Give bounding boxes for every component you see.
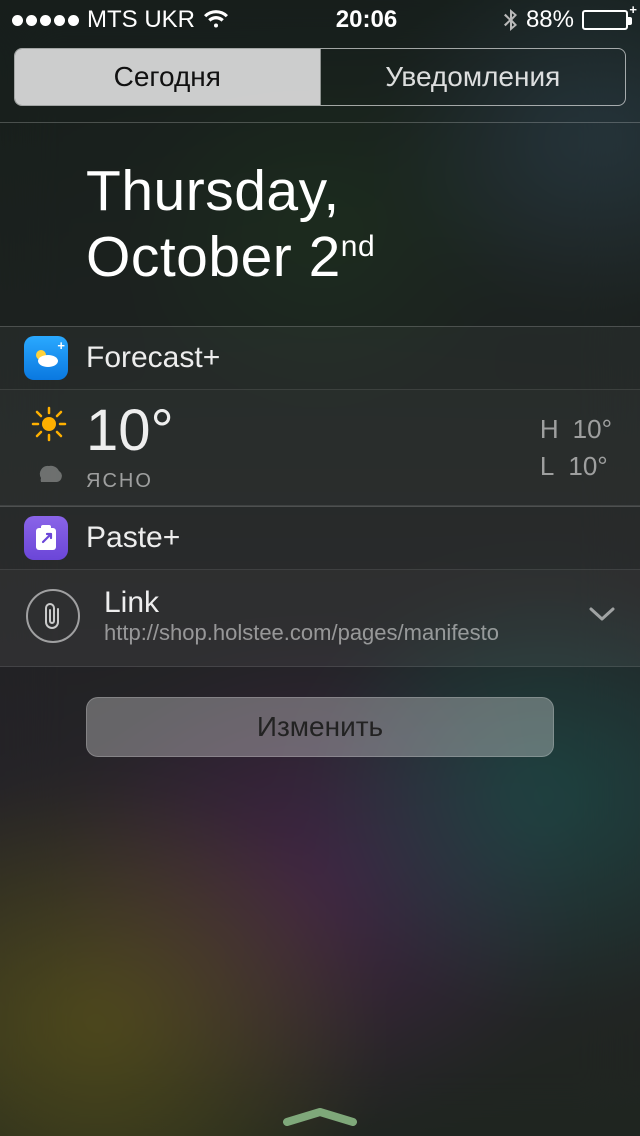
paste-widget-title: Paste+ bbox=[86, 521, 180, 555]
bluetooth-icon bbox=[504, 8, 518, 32]
dismiss-grabber-icon[interactable] bbox=[283, 1108, 357, 1126]
battery-percent: 88% bbox=[526, 6, 574, 34]
paste-item-title: Link bbox=[104, 586, 564, 620]
battery-icon bbox=[582, 10, 628, 30]
edit-button[interactable]: Изменить bbox=[86, 697, 554, 757]
carrier-label: MTS UKR bbox=[87, 6, 195, 34]
forecast-widget-body[interactable]: 10° ясно H 10° L 10° bbox=[0, 390, 640, 506]
signal-strength-icon bbox=[12, 15, 79, 26]
paste-item-url: http://shop.holstee.com/pages/manifesto bbox=[104, 620, 564, 646]
current-temperature: 10° bbox=[86, 402, 540, 460]
date-line-1: Thursday, bbox=[86, 159, 620, 225]
status-bar: MTS UKR 20:06 88% bbox=[0, 0, 640, 40]
wifi-icon bbox=[203, 10, 229, 30]
high-value: 10° bbox=[573, 414, 612, 445]
attachment-icon bbox=[26, 589, 80, 643]
weather-condition: ясно bbox=[86, 470, 540, 493]
forecast-widget-title: Forecast+ bbox=[86, 341, 220, 375]
low-label: L bbox=[540, 451, 554, 482]
forecast-app-icon: + bbox=[24, 336, 68, 380]
date-header: Thursday, October 2nd bbox=[0, 123, 640, 326]
paste-widget-header[interactable]: + Paste+ bbox=[0, 506, 640, 570]
sun-icon bbox=[31, 406, 67, 447]
tab-today[interactable]: Сегодня bbox=[15, 49, 320, 105]
date-line-2: October 2nd bbox=[86, 225, 620, 291]
paste-app-icon: + bbox=[24, 516, 68, 560]
chevron-down-icon[interactable] bbox=[588, 605, 616, 628]
tab-notifications[interactable]: Уведомления bbox=[320, 49, 626, 105]
clock: 20:06 bbox=[229, 6, 504, 34]
cloud-icon bbox=[31, 458, 67, 487]
low-value: 10° bbox=[568, 451, 607, 482]
forecast-widget-header[interactable]: + Forecast+ bbox=[0, 326, 640, 390]
paste-item-row[interactable]: Link http://shop.holstee.com/pages/manif… bbox=[0, 570, 640, 667]
today-notifications-tabs: Сегодня Уведомления bbox=[14, 48, 626, 106]
high-label: H bbox=[540, 414, 559, 445]
